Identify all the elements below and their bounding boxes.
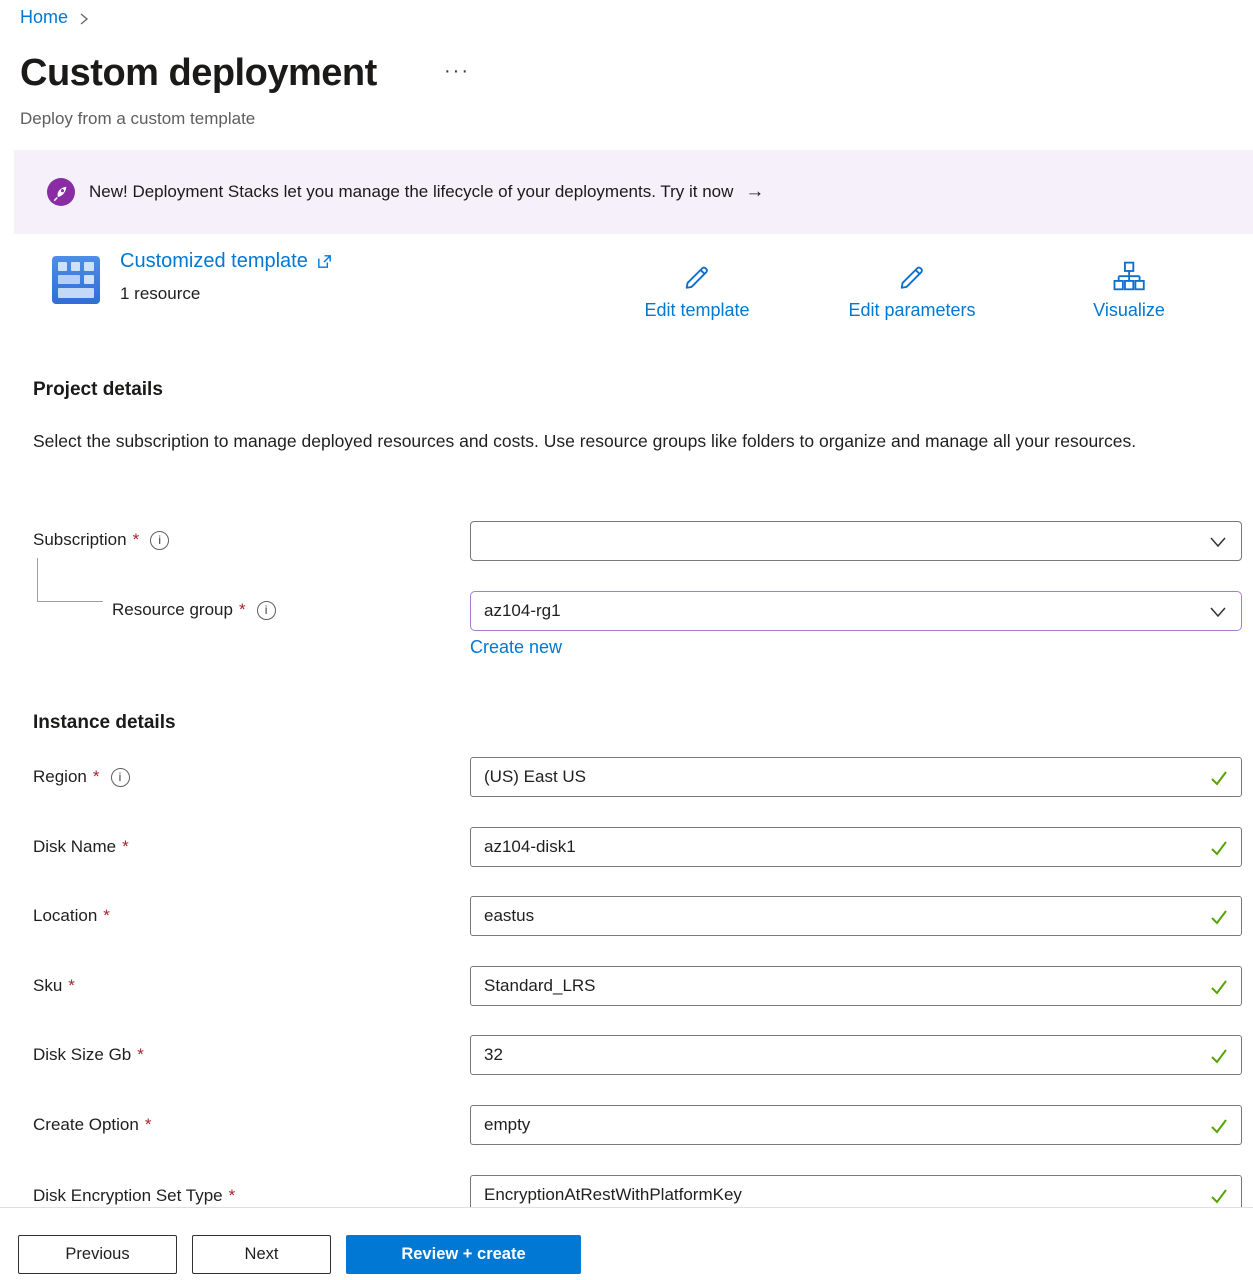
- disk-encryption-set-type-input[interactable]: EncryptionAtRestWithPlatformKey: [470, 1175, 1242, 1207]
- disk-name-input[interactable]: az104-disk1: [470, 827, 1242, 867]
- breadcrumb-home-link[interactable]: Home: [20, 7, 68, 28]
- disk-size-gb-input[interactable]: 32: [470, 1035, 1242, 1075]
- disk-name-value: az104-disk1: [484, 837, 576, 857]
- template-icon: [52, 256, 100, 304]
- create-option-value: empty: [484, 1115, 530, 1135]
- pencil-icon: [895, 260, 929, 294]
- create-option-label: Create Option *: [33, 1115, 151, 1135]
- disk-encryption-set-type-label: Disk Encryption Set Type *: [33, 1186, 235, 1206]
- region-value: (US) East US: [484, 767, 586, 787]
- resource-group-label: Resource group * i: [112, 600, 276, 620]
- rocket-icon: [47, 178, 75, 206]
- project-details-heading: Project details: [33, 379, 163, 401]
- valid-check-icon: [1208, 768, 1230, 788]
- disk-encryption-set-type-value: EncryptionAtRestWithPlatformKey: [484, 1185, 742, 1205]
- sku-label: Sku *: [33, 976, 75, 996]
- pencil-icon: [680, 260, 714, 294]
- required-asterisk: *: [229, 1186, 236, 1206]
- location-label: Location *: [33, 906, 110, 926]
- sku-input[interactable]: Standard_LRS: [470, 966, 1242, 1006]
- breadcrumb: Home: [20, 7, 90, 28]
- edit-template-label: Edit template: [644, 300, 749, 321]
- edit-parameters-label: Edit parameters: [848, 300, 975, 321]
- external-link-icon: [316, 253, 333, 270]
- chevron-down-icon: [1208, 533, 1228, 551]
- required-asterisk: *: [68, 976, 75, 996]
- edit-parameters-button[interactable]: Edit parameters: [848, 260, 975, 321]
- org-chart-icon: [1112, 260, 1146, 294]
- required-asterisk: *: [137, 1045, 144, 1065]
- valid-check-icon: [1208, 1116, 1230, 1136]
- chevron-right-icon: [78, 12, 90, 26]
- visualize-label: Visualize: [1093, 300, 1165, 321]
- project-details-description: Select the subscription to manage deploy…: [33, 426, 1183, 457]
- required-asterisk: *: [239, 600, 246, 620]
- region-input[interactable]: (US) East US: [470, 757, 1242, 797]
- required-asterisk: *: [93, 767, 100, 787]
- chevron-down-icon: [1208, 603, 1228, 621]
- create-option-input[interactable]: empty: [470, 1105, 1242, 1145]
- page-title: Custom deployment: [20, 52, 377, 95]
- instance-details-heading: Instance details: [33, 712, 176, 734]
- next-button[interactable]: Next: [192, 1235, 331, 1274]
- more-options-button[interactable]: ···: [444, 60, 470, 83]
- required-asterisk: *: [145, 1115, 152, 1135]
- page-subtitle: Deploy from a custom template: [20, 109, 255, 129]
- info-icon[interactable]: i: [257, 601, 276, 620]
- subscription-label: Subscription * i: [33, 530, 169, 550]
- edit-template-button[interactable]: Edit template: [644, 260, 749, 321]
- banner-text: New! Deployment Stacks let you manage th…: [89, 182, 733, 202]
- disk-size-gb-label: Disk Size Gb *: [33, 1045, 144, 1065]
- wizard-footer: Previous Next Review + create: [0, 1207, 1253, 1280]
- field-connector-line: [37, 558, 103, 602]
- valid-check-icon: [1208, 838, 1230, 858]
- required-asterisk: *: [122, 837, 129, 857]
- required-asterisk: *: [103, 906, 110, 926]
- resource-group-select[interactable]: az104-rg1: [470, 591, 1242, 631]
- visualize-button[interactable]: Visualize: [1093, 260, 1165, 321]
- review-create-button[interactable]: Review + create: [346, 1235, 581, 1274]
- disk-name-label: Disk Name *: [33, 837, 129, 857]
- valid-check-icon: [1208, 907, 1230, 927]
- sku-value: Standard_LRS: [484, 976, 596, 996]
- template-resource-count: 1 resource: [120, 284, 200, 304]
- required-asterisk: *: [133, 530, 140, 550]
- create-new-link[interactable]: Create new: [470, 637, 562, 658]
- region-label: Region * i: [33, 767, 130, 787]
- location-input[interactable]: eastus: [470, 896, 1242, 936]
- valid-check-icon: [1208, 977, 1230, 997]
- template-link-row: Customized template: [120, 250, 333, 273]
- valid-check-icon: [1208, 1046, 1230, 1066]
- subscription-select[interactable]: [470, 521, 1242, 561]
- customized-template-link[interactable]: Customized template: [120, 250, 308, 273]
- disk-size-gb-value: 32: [484, 1045, 503, 1065]
- info-icon[interactable]: i: [150, 531, 169, 550]
- deployment-stacks-banner[interactable]: New! Deployment Stacks let you manage th…: [14, 150, 1253, 234]
- custom-deployment-page: Home Custom deployment ··· Deploy from a…: [0, 0, 1253, 1280]
- info-icon[interactable]: i: [111, 768, 130, 787]
- valid-check-icon: [1208, 1186, 1230, 1206]
- resource-group-value: az104-rg1: [484, 601, 561, 621]
- main-content: Home Custom deployment ··· Deploy from a…: [0, 0, 1253, 1207]
- arrow-right-icon: →: [745, 181, 764, 203]
- location-value: eastus: [484, 906, 534, 926]
- previous-button[interactable]: Previous: [18, 1235, 177, 1274]
